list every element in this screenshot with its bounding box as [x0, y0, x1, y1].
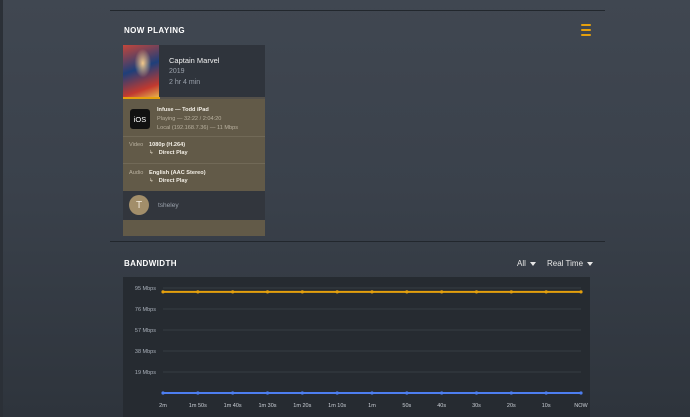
- series-point: [231, 391, 235, 395]
- movie-year: 2019: [169, 68, 185, 75]
- y-tick-label: 95 Mbps: [135, 286, 156, 292]
- return-arrow-icon: ↳: [149, 178, 154, 184]
- y-tick-label: 38 Mbps: [135, 349, 156, 355]
- series-point: [474, 391, 479, 395]
- series-point: [474, 290, 479, 294]
- series-point: [440, 290, 444, 294]
- series-point: [405, 391, 409, 395]
- x-tick-label: 40s: [437, 403, 446, 409]
- series-point: [161, 290, 165, 294]
- series-point: [440, 391, 444, 395]
- series-point: [544, 391, 548, 395]
- series-point: [300, 391, 304, 395]
- x-tick-label: 1m 50s: [189, 403, 207, 409]
- series-point: [370, 391, 374, 395]
- series-point: [544, 290, 548, 294]
- series-point: [161, 391, 165, 395]
- bandwidth-range-label: Real Time: [547, 259, 584, 268]
- series-point: [196, 290, 200, 294]
- x-tick-label: 20s: [507, 403, 516, 409]
- video-label: Video: [129, 142, 144, 148]
- top-divider: [110, 10, 605, 11]
- x-tick-label: 10s: [542, 403, 551, 409]
- x-tick-label: 1m: [368, 403, 376, 409]
- y-tick-label: 57 Mbps: [135, 328, 156, 334]
- x-tick-label: 1m 10s: [328, 403, 346, 409]
- series-point: [509, 290, 513, 294]
- series-point: [335, 290, 339, 294]
- video-value: 1080p (H.264): [149, 142, 186, 148]
- bandwidth-filter-dropdown[interactable]: All: [517, 259, 536, 268]
- details-divider: [123, 136, 265, 137]
- ios-platform-icon: iOS: [130, 109, 150, 129]
- x-tick-label: 1m 40s: [224, 403, 242, 409]
- caret-down-icon: [529, 261, 536, 266]
- x-tick-label: 1m 20s: [293, 403, 311, 409]
- stream-location: Local (192.168.7.36) — 11 Mbps: [157, 125, 239, 131]
- x-tick-label: 2m: [159, 403, 167, 409]
- x-tick-label: 30s: [472, 403, 481, 409]
- series-point: [335, 391, 339, 395]
- bandwidth-chart-svg: 95 Mbps 76 Mbps 57 Mbps 38 Mbps 19 Mbps 2m 1m …: [135, 286, 589, 409]
- series-point: [300, 290, 304, 294]
- username[interactable]: tsheley: [158, 202, 179, 209]
- return-arrow-icon: ↳: [149, 150, 154, 156]
- details-divider: [123, 163, 265, 164]
- series-point: [579, 290, 583, 294]
- x-tick-label: 1m 30s: [258, 403, 276, 409]
- movie-poster[interactable]: [123, 45, 159, 97]
- movie-title[interactable]: Captain Marvel: [169, 56, 219, 65]
- y-tick-label: 19 Mbps: [135, 370, 156, 376]
- audio-decision-text: Direct Play: [158, 178, 188, 184]
- bandwidth-filter-label: All: [517, 259, 526, 268]
- x-tick-label: NOW: [574, 403, 588, 409]
- avatar[interactable]: T: [129, 195, 149, 215]
- series-point: [405, 290, 409, 294]
- player-info: Infuse — Todd iPad: [157, 107, 209, 113]
- left-edge: [0, 0, 3, 417]
- movie-duration: 2 hr 4 min: [169, 79, 201, 86]
- bandwidth-chart: 95 Mbps 76 Mbps 57 Mbps 38 Mbps 19 Mbps 2m 1m …: [123, 277, 590, 417]
- bandwidth-title: BANDWIDTH: [124, 259, 177, 268]
- list-icon[interactable]: [581, 24, 591, 36]
- audio-value: English (AAC Stereo): [149, 170, 206, 176]
- x-tick-label: 50s: [402, 403, 411, 409]
- series-point: [196, 391, 200, 395]
- y-tick-label: 76 Mbps: [135, 307, 156, 313]
- series-point: [231, 290, 235, 294]
- playback-state: Playing — 32:22 / 2:04:20: [157, 116, 222, 122]
- session-card[interactable]: Captain Marvel 2019 2 hr 4 min iOS Infus…: [123, 45, 265, 236]
- audio-label: Audio: [129, 170, 144, 176]
- audio-decision: ↳ Direct Play: [149, 178, 188, 184]
- series-point: [370, 290, 374, 294]
- session-user[interactable]: T tsheley: [123, 191, 265, 220]
- video-decision: ↳ Direct Play: [149, 150, 188, 156]
- series-point: [265, 290, 270, 294]
- caret-down-icon: [587, 261, 594, 266]
- series-point: [509, 391, 513, 395]
- section-divider: [110, 241, 605, 242]
- series-point: [265, 391, 270, 395]
- video-decision-text: Direct Play: [158, 150, 188, 156]
- now-playing-title: NOW PLAYING: [124, 26, 185, 35]
- session-header: Captain Marvel 2019 2 hr 4 min: [123, 45, 265, 97]
- series-point: [579, 391, 583, 395]
- bandwidth-range-dropdown[interactable]: Real Time: [547, 259, 594, 268]
